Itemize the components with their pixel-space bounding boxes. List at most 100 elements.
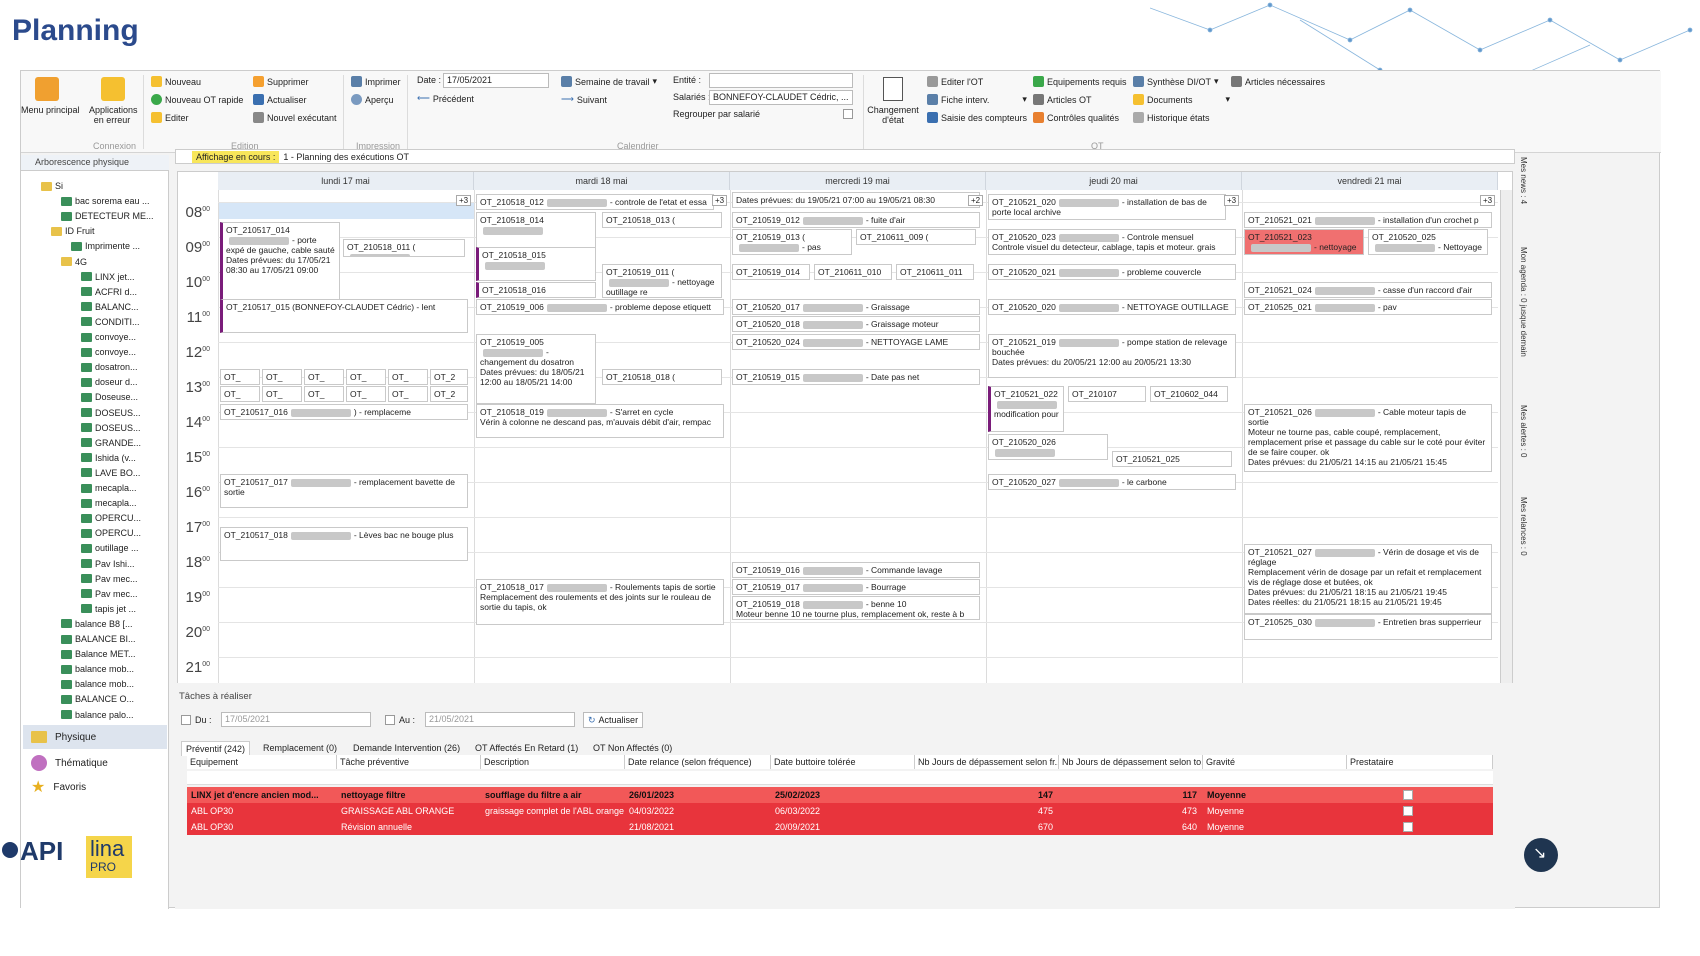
ot-event[interactable]: OT_210518_014: [476, 212, 596, 250]
ot-event[interactable]: OT_210525_030 - Entretien bras supperrieu…: [1244, 614, 1492, 640]
ot-event-short[interactable]: OT_: [262, 369, 302, 385]
ot-event[interactable]: OT_210517_017- remplacement bavette de s…: [220, 474, 468, 508]
prestataire-checkbox[interactable]: [1403, 822, 1413, 832]
apercu-button[interactable]: Aperçu: [351, 94, 394, 105]
tree-item[interactable]: balance palo...: [61, 708, 134, 722]
tree-item[interactable]: LINX jet...: [81, 270, 135, 284]
tree-item[interactable]: mecapla...: [81, 496, 137, 510]
editer-ot-button[interactable]: Editer l'OT: [927, 76, 983, 87]
ot-event-short[interactable]: OT_2: [430, 386, 468, 402]
ot-event[interactable]: OT_210520_018 - Graissage moteur: [732, 316, 980, 332]
nav-physique[interactable]: Physique: [23, 725, 167, 749]
nouveau-ot-rapide-button[interactable]: Nouveau OT rapide: [151, 94, 243, 105]
fiche-interv-button[interactable]: Fiche interv. ▾: [927, 94, 1027, 105]
tree-item[interactable]: outillage ...: [81, 541, 139, 555]
ot-event[interactable]: OT_210518_013 (: [602, 212, 722, 228]
tree-item[interactable]: Si: [41, 179, 63, 193]
table-row[interactable]: ABL OP30 Révision annuelle 21/08/2021 20/09…: [187, 819, 1493, 835]
ot-event[interactable]: OT_210519_014: [732, 264, 810, 280]
ot-event[interactable]: Dates prévues: du 19/05/21 07:00 au 19/0…: [732, 192, 980, 208]
tree-item[interactable]: Doseuse...: [81, 390, 138, 404]
expand-button[interactable]: ↘: [1524, 838, 1558, 872]
tree-item[interactable]: ACFRI d...: [81, 285, 137, 299]
supprimer-button[interactable]: Supprimer: [253, 76, 309, 87]
nav-favoris[interactable]: ★ Favoris: [23, 775, 167, 799]
tree-item[interactable]: Pav mec...: [81, 587, 138, 601]
ot-event-short[interactable]: OT_: [304, 386, 344, 402]
ot-event[interactable]: OT_210611_011: [896, 264, 974, 280]
ot-event[interactable]: OT_210520_025- Nettoyage: [1368, 229, 1488, 255]
semaine-dropdown[interactable]: Semaine de travail ▾: [561, 76, 657, 87]
ot-event[interactable]: OT_210519_013 (- pas d'éjection: [732, 229, 852, 255]
tree-item[interactable]: BALANCE BI...: [61, 632, 136, 646]
ot-event[interactable]: OT_210517_016) - remplaceme: [220, 404, 468, 420]
table-row[interactable]: LINX jet d'encre ancien mod... nettoyage …: [187, 787, 1493, 803]
ot-event[interactable]: OT_210518_012 - controle de l'etat et ess…: [476, 194, 714, 210]
tree-item[interactable]: DOSEUS...: [81, 421, 141, 435]
more-events-badge[interactable]: +3: [456, 195, 472, 206]
ot-event[interactable]: OT_210520_021 - probleme couvercle: [988, 264, 1236, 280]
ot-event[interactable]: OT_210520_024 - NETTOYAGE LAME: [732, 334, 980, 350]
ot-event-short[interactable]: OT_: [346, 386, 386, 402]
changement-etat-button[interactable]: Changement d'état: [867, 105, 919, 125]
ot-event[interactable]: OT_210521_019- pompe station de relevage…: [988, 334, 1236, 378]
tree-item[interactable]: Pav Ishi...: [81, 557, 135, 571]
ot-event[interactable]: OT_210519_006 - probleme depose etiquett: [476, 299, 724, 315]
ot-event[interactable]: OT_210520_026: [988, 434, 1108, 460]
ot-event[interactable]: OT_210107: [1068, 386, 1146, 402]
ot-event[interactable]: OT_210517_018 - Lèves bac ne bouge plus: [220, 527, 468, 561]
tree-item[interactable]: BALANC...: [81, 300, 139, 314]
editer-button[interactable]: Editer: [151, 112, 189, 123]
nouvel-executant-button[interactable]: Nouvel exécutant: [253, 112, 337, 123]
tree-item[interactable]: balance mob...: [61, 662, 134, 676]
ot-event-short[interactable]: OT_: [304, 369, 344, 385]
ot-event[interactable]: OT_210519_012 - fuite d'air: [732, 212, 980, 228]
documents-dropdown[interactable]: Documents ▾: [1133, 94, 1230, 105]
ot-event-short[interactable]: OT_: [388, 386, 428, 402]
table-row[interactable]: ABL OP30 GRAISSAGE ABL ORANGE graissage co…: [187, 803, 1493, 819]
imprimer-button[interactable]: Imprimer: [351, 76, 401, 87]
ot-event[interactable]: OT_210521_024 - casse d'un raccord d'air: [1244, 282, 1492, 298]
ot-event[interactable]: OT_210520_017 - Graissage: [732, 299, 980, 315]
tree-item[interactable]: LAVE BO...: [81, 466, 140, 480]
ot-event[interactable]: OT_210521_023- nettoyage outillage: [1244, 229, 1364, 255]
entite-input[interactable]: [709, 73, 853, 88]
suivant-button[interactable]: ⟶ Suivant: [561, 94, 607, 105]
menu-principal-button[interactable]: Menu principal: [21, 105, 80, 115]
regrouper-checkbox[interactable]: [843, 109, 853, 119]
ot-event[interactable]: OT_210520_027 - le carbone: [988, 474, 1236, 490]
tree-item[interactable]: Balance MET...: [61, 647, 136, 661]
controles-qualites-button[interactable]: Contrôles qualités: [1033, 112, 1119, 123]
tree-item[interactable]: convoye...: [81, 345, 136, 359]
ot-event[interactable]: OT_210518_019 - S'arret en cycle Vérin à c…: [476, 404, 724, 438]
precedent-button[interactable]: ⟵ Précédent: [417, 93, 474, 104]
applications-button[interactable]: Applications en erreur: [89, 105, 138, 125]
salaries-input[interactable]: BONNEFOY-CLAUDET Cédric, ...: [709, 90, 853, 105]
tree-item[interactable]: balance mob...: [61, 677, 134, 691]
tree-item[interactable]: CONDITI...: [81, 315, 140, 329]
ot-event[interactable]: OT_210519_016 - Commande lavage: [732, 562, 980, 578]
ot-event-short[interactable]: OT_: [220, 369, 260, 385]
tree-item[interactable]: 4G: [61, 255, 87, 269]
more-events-badge[interactable]: +2: [968, 195, 984, 206]
more-events-badge[interactable]: +3: [712, 195, 728, 206]
ot-event[interactable]: OT_210518_015: [476, 247, 596, 281]
tree-item[interactable]: mecapla...: [81, 481, 137, 495]
ot-event-short[interactable]: OT_: [220, 386, 260, 402]
more-events-badge[interactable]: +3: [1224, 195, 1240, 206]
prestataire-checkbox[interactable]: [1403, 790, 1413, 800]
tree-item[interactable]: DOSEUS...: [81, 406, 141, 420]
ot-event[interactable]: OT_210525_021 - pav: [1244, 299, 1492, 315]
ot-event[interactable]: OT_210519_005- changement du dosatron Dat…: [476, 334, 596, 404]
ot-event[interactable]: OT_210521_025: [1112, 451, 1232, 467]
ot-event[interactable]: OT_210518_018 (: [602, 369, 722, 385]
ot-event-short[interactable]: OT_: [262, 386, 302, 402]
ot-event[interactable]: OT_210518_011 (: [343, 239, 465, 257]
tree-item[interactable]: dosatron...: [81, 360, 138, 374]
tree-item[interactable]: Ishida (v...: [81, 451, 136, 465]
tab-mes-alertes[interactable]: Mes alertes : 0: [1519, 405, 1528, 457]
tree-item[interactable]: DETECTEUR ME...: [61, 209, 154, 223]
ot-event[interactable]: OT_210521_027- Vérin de dosage et vis de…: [1244, 544, 1492, 614]
tree-item[interactable]: bac sorema eau ...: [61, 194, 150, 208]
ot-event-short[interactable]: OT_: [388, 369, 428, 385]
